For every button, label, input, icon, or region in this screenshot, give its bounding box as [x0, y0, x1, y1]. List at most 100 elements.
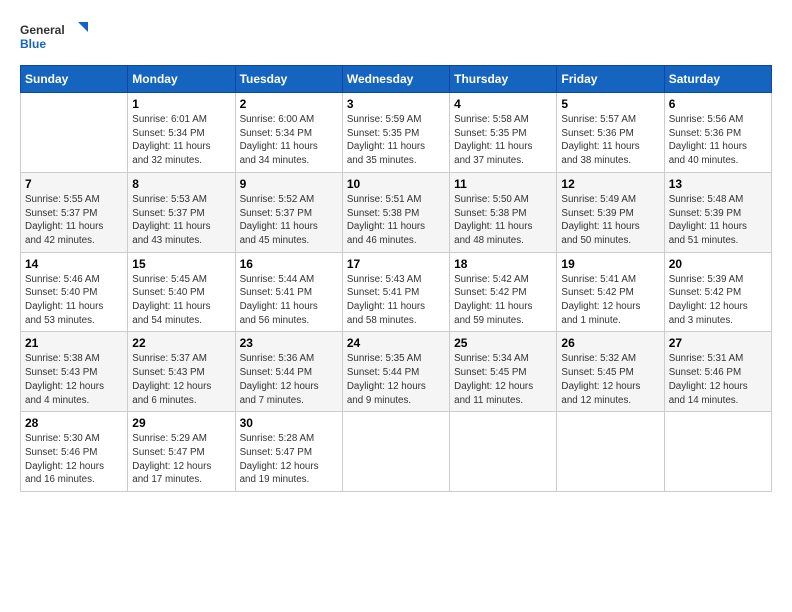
header-day-friday: Friday: [557, 66, 664, 93]
day-info: Sunrise: 5:44 AM Sunset: 5:41 PM Dayligh…: [240, 273, 338, 328]
calendar-cell: 2 Sunrise: 6:00 AM Sunset: 5:34 PM Daylig…: [235, 93, 342, 173]
day-number: 20: [669, 257, 767, 271]
calendar-cell: [557, 412, 664, 492]
day-info: Sunrise: 5:41 AM Sunset: 5:42 PM Dayligh…: [561, 273, 659, 328]
calendar-cell: 28 Sunrise: 5:30 AM Sunset: 5:46 PM Dayli…: [21, 412, 128, 492]
day-number: 26: [561, 336, 659, 350]
day-number: 9: [240, 177, 338, 191]
calendar-cell: 13 Sunrise: 5:48 AM Sunset: 5:39 PM Dayli…: [664, 172, 771, 252]
logo-svg: General Blue: [20, 20, 90, 55]
day-number: 28: [25, 416, 123, 430]
calendar-cell: 24Sunrise: 5:35 AM Sunset: 5:44 PM Dayli…: [342, 332, 449, 412]
day-info: Sunrise: 5:38 AM Sunset: 5:43 PM Dayligh…: [25, 352, 123, 407]
calendar-cell: 20 Sunrise: 5:39 AM Sunset: 5:42 PM Dayli…: [664, 252, 771, 332]
calendar-cell: 30 Sunrise: 5:28 AM Sunset: 5:47 PM Dayli…: [235, 412, 342, 492]
calendar-cell: 8 Sunrise: 5:53 AM Sunset: 5:37 PM Daylig…: [128, 172, 235, 252]
day-number: 25: [454, 336, 552, 350]
day-number: 24: [347, 336, 445, 350]
calendar-cell: [450, 412, 557, 492]
calendar-cell: 11 Sunrise: 5:50 AM Sunset: 5:38 PM Dayli…: [450, 172, 557, 252]
header-day-wednesday: Wednesday: [342, 66, 449, 93]
calendar-cell: 14 Sunrise: 5:46 AM Sunset: 5:40 PM Dayli…: [21, 252, 128, 332]
calendar-cell: 7Sunrise: 5:55 AM Sunset: 5:37 PM Daylig…: [21, 172, 128, 252]
calendar-cell: 9Sunrise: 5:52 AM Sunset: 5:37 PM Daylig…: [235, 172, 342, 252]
calendar-cell: 18Sunrise: 5:42 AM Sunset: 5:42 PM Dayli…: [450, 252, 557, 332]
week-row-1: 1 Sunrise: 6:01 AM Sunset: 5:34 PM Daylig…: [21, 93, 772, 173]
day-number: 19: [561, 257, 659, 271]
header-row: SundayMondayTuesdayWednesdayThursdayFrid…: [21, 66, 772, 93]
calendar-cell: 12 Sunrise: 5:49 AM Sunset: 5:39 PM Dayli…: [557, 172, 664, 252]
day-info: Sunrise: 5:55 AM Sunset: 5:37 PM Dayligh…: [25, 193, 123, 248]
day-info: Sunrise: 5:32 AM Sunset: 5:45 PM Dayligh…: [561, 352, 659, 407]
day-info: Sunrise: 5:28 AM Sunset: 5:47 PM Dayligh…: [240, 432, 338, 487]
day-number: 2: [240, 97, 338, 111]
logo: General Blue: [20, 20, 90, 55]
calendar-header: SundayMondayTuesdayWednesdayThursdayFrid…: [21, 66, 772, 93]
calendar-cell: 19 Sunrise: 5:41 AM Sunset: 5:42 PM Dayli…: [557, 252, 664, 332]
day-number: 18: [454, 257, 552, 271]
calendar-cell: 15 Sunrise: 5:45 AM Sunset: 5:40 PM Dayli…: [128, 252, 235, 332]
day-info: Sunrise: 5:48 AM Sunset: 5:39 PM Dayligh…: [669, 193, 767, 248]
day-number: 13: [669, 177, 767, 191]
day-info: Sunrise: 5:31 AM Sunset: 5:46 PM Dayligh…: [669, 352, 767, 407]
calendar-cell: 16 Sunrise: 5:44 AM Sunset: 5:41 PM Dayli…: [235, 252, 342, 332]
header-day-monday: Monday: [128, 66, 235, 93]
day-number: 12: [561, 177, 659, 191]
calendar-cell: 22Sunrise: 5:37 AM Sunset: 5:43 PM Dayli…: [128, 332, 235, 412]
day-info: Sunrise: 5:49 AM Sunset: 5:39 PM Dayligh…: [561, 193, 659, 248]
day-number: 3: [347, 97, 445, 111]
day-number: 29: [132, 416, 230, 430]
week-row-3: 14 Sunrise: 5:46 AM Sunset: 5:40 PM Dayli…: [21, 252, 772, 332]
calendar-cell: 21 Sunrise: 5:38 AM Sunset: 5:43 PM Dayli…: [21, 332, 128, 412]
day-info: Sunrise: 5:43 AM Sunset: 5:41 PM Dayligh…: [347, 273, 445, 328]
day-number: 27: [669, 336, 767, 350]
header-day-saturday: Saturday: [664, 66, 771, 93]
calendar-cell: 29Sunrise: 5:29 AM Sunset: 5:47 PM Dayli…: [128, 412, 235, 492]
calendar-cell: 17Sunrise: 5:43 AM Sunset: 5:41 PM Dayli…: [342, 252, 449, 332]
calendar-cell: 26 Sunrise: 5:32 AM Sunset: 5:45 PM Dayli…: [557, 332, 664, 412]
calendar-cell: 5 Sunrise: 5:57 AM Sunset: 5:36 PM Daylig…: [557, 93, 664, 173]
day-info: Sunrise: 5:30 AM Sunset: 5:46 PM Dayligh…: [25, 432, 123, 487]
calendar-cell: 3Sunrise: 5:59 AM Sunset: 5:35 PM Daylig…: [342, 93, 449, 173]
day-info: Sunrise: 6:01 AM Sunset: 5:34 PM Dayligh…: [132, 113, 230, 168]
day-number: 22: [132, 336, 230, 350]
calendar-cell: 6Sunrise: 5:56 AM Sunset: 5:36 PM Daylig…: [664, 93, 771, 173]
day-info: Sunrise: 5:34 AM Sunset: 5:45 PM Dayligh…: [454, 352, 552, 407]
day-info: Sunrise: 5:36 AM Sunset: 5:44 PM Dayligh…: [240, 352, 338, 407]
calendar-cell: 27 Sunrise: 5:31 AM Sunset: 5:46 PM Dayli…: [664, 332, 771, 412]
calendar-cell: 23 Sunrise: 5:36 AM Sunset: 5:44 PM Dayli…: [235, 332, 342, 412]
calendar-cell: 25 Sunrise: 5:34 AM Sunset: 5:45 PM Dayli…: [450, 332, 557, 412]
day-number: 23: [240, 336, 338, 350]
day-info: Sunrise: 5:45 AM Sunset: 5:40 PM Dayligh…: [132, 273, 230, 328]
day-info: Sunrise: 5:53 AM Sunset: 5:37 PM Dayligh…: [132, 193, 230, 248]
day-number: 11: [454, 177, 552, 191]
svg-text:General: General: [20, 23, 65, 37]
week-row-5: 28 Sunrise: 5:30 AM Sunset: 5:46 PM Dayli…: [21, 412, 772, 492]
day-number: 15: [132, 257, 230, 271]
week-row-2: 7Sunrise: 5:55 AM Sunset: 5:37 PM Daylig…: [21, 172, 772, 252]
calendar-body: 1 Sunrise: 6:01 AM Sunset: 5:34 PM Daylig…: [21, 93, 772, 492]
calendar-cell: 4Sunrise: 5:58 AM Sunset: 5:35 PM Daylig…: [450, 93, 557, 173]
calendar-cell: 1 Sunrise: 6:01 AM Sunset: 5:34 PM Daylig…: [128, 93, 235, 173]
day-number: 16: [240, 257, 338, 271]
day-number: 14: [25, 257, 123, 271]
day-number: 1: [132, 97, 230, 111]
day-number: 5: [561, 97, 659, 111]
day-info: Sunrise: 6:00 AM Sunset: 5:34 PM Dayligh…: [240, 113, 338, 168]
svg-text:Blue: Blue: [20, 37, 46, 51]
day-number: 21: [25, 336, 123, 350]
calendar-cell: [21, 93, 128, 173]
day-info: Sunrise: 5:50 AM Sunset: 5:38 PM Dayligh…: [454, 193, 552, 248]
day-info: Sunrise: 5:46 AM Sunset: 5:40 PM Dayligh…: [25, 273, 123, 328]
header-day-tuesday: Tuesday: [235, 66, 342, 93]
calendar-table: SundayMondayTuesdayWednesdayThursdayFrid…: [20, 65, 772, 492]
day-number: 10: [347, 177, 445, 191]
day-number: 30: [240, 416, 338, 430]
day-info: Sunrise: 5:39 AM Sunset: 5:42 PM Dayligh…: [669, 273, 767, 328]
day-info: Sunrise: 5:57 AM Sunset: 5:36 PM Dayligh…: [561, 113, 659, 168]
day-info: Sunrise: 5:56 AM Sunset: 5:36 PM Dayligh…: [669, 113, 767, 168]
calendar-cell: [664, 412, 771, 492]
page-header: General Blue: [20, 20, 772, 55]
day-number: 8: [132, 177, 230, 191]
calendar-cell: [342, 412, 449, 492]
